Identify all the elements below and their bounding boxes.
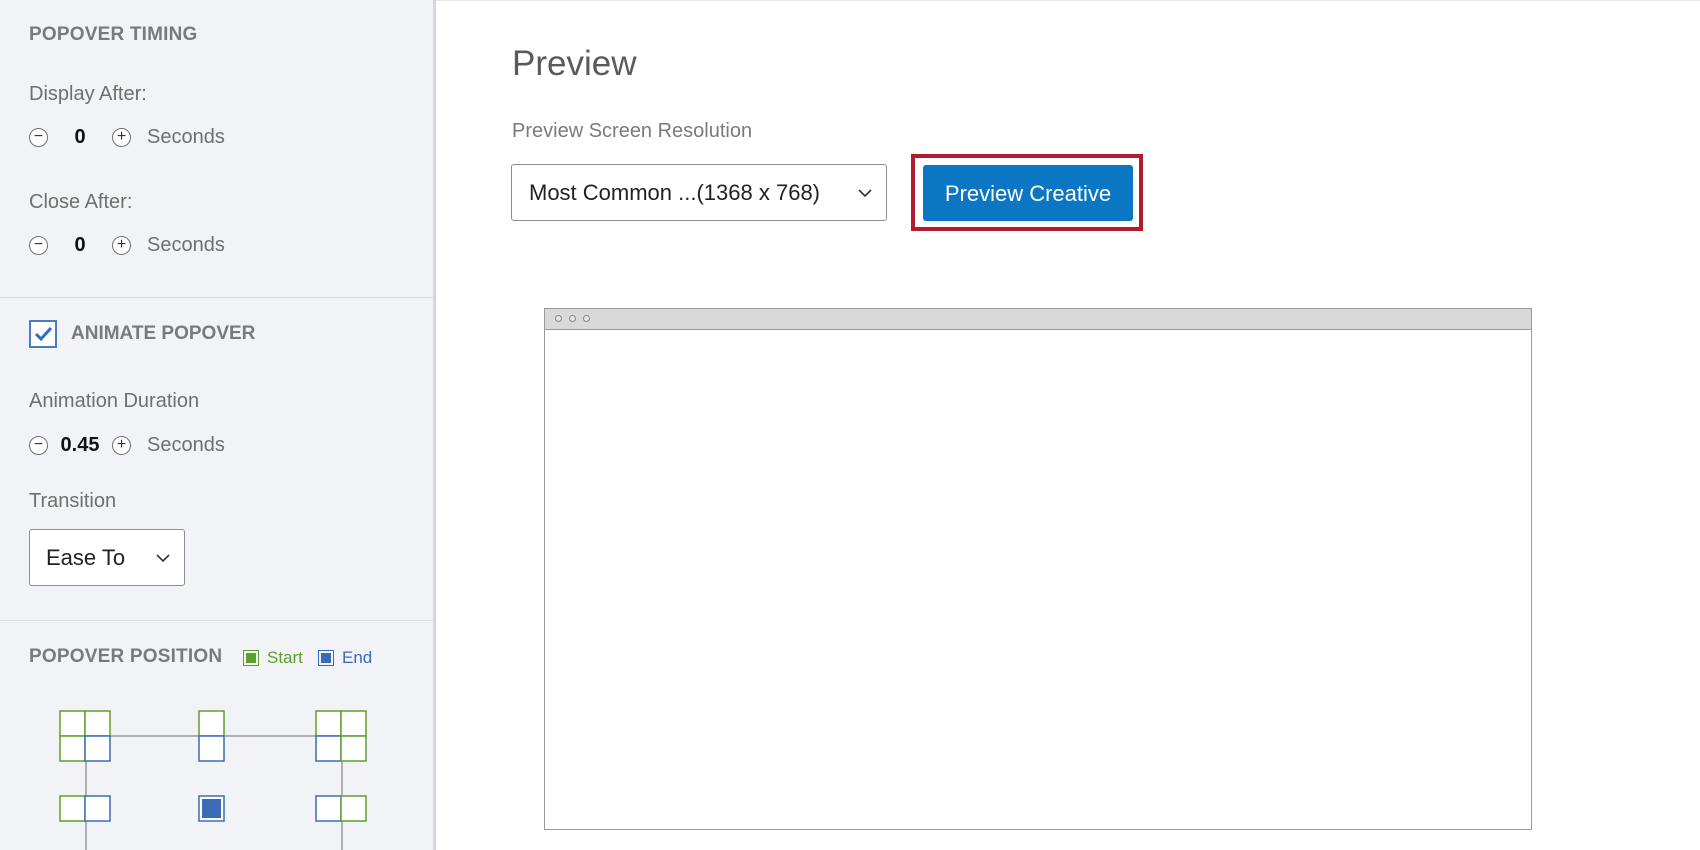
page-title: Preview xyxy=(512,44,637,83)
window-dot-icon xyxy=(555,315,562,322)
window-dot-icon xyxy=(569,315,576,322)
position-picker xyxy=(59,710,367,850)
resolution-label: Preview Screen Resolution xyxy=(512,120,753,142)
window-dot-icon xyxy=(583,315,590,322)
preview-creative-button[interactable]: Preview Creative xyxy=(923,165,1133,221)
position-top-left[interactable] xyxy=(59,710,111,762)
position-center[interactable] xyxy=(198,795,225,822)
settings-sidebar: POPOVER TIMING Display After: − 0 + Seco… xyxy=(0,0,436,850)
resolution-select[interactable]: Most Common ...(1368 x 768) xyxy=(511,164,887,221)
browser-title-bar xyxy=(545,309,1531,330)
position-top-center[interactable] xyxy=(198,710,225,762)
browser-preview-frame xyxy=(544,308,1532,830)
chevron-down-icon xyxy=(858,188,872,197)
resolution-selected-value: Most Common ...(1368 x 768) xyxy=(529,179,821,205)
position-top-right[interactable] xyxy=(315,710,367,762)
position-middle-right[interactable] xyxy=(315,795,367,822)
top-border xyxy=(436,0,1700,1)
position-middle-left[interactable] xyxy=(59,795,111,822)
